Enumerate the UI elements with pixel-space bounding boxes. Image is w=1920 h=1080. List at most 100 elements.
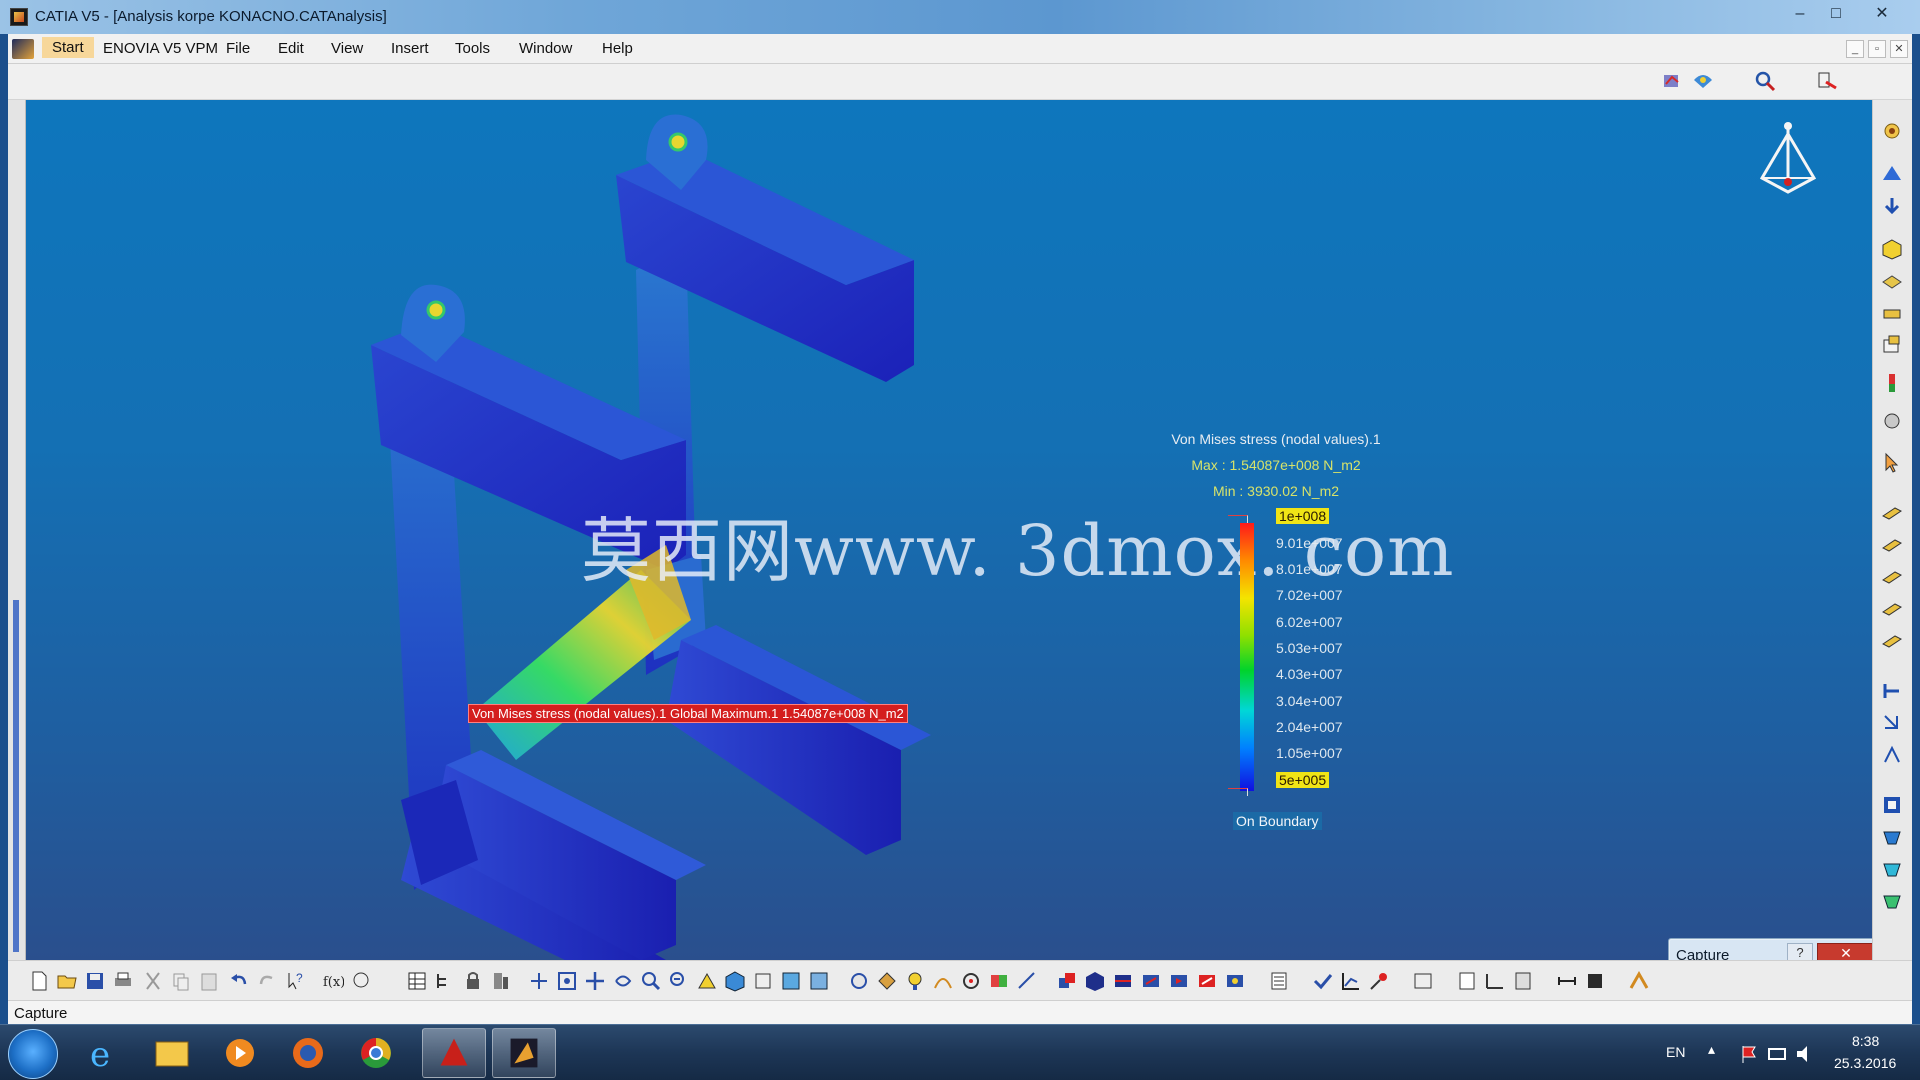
product-icon[interactable] [1056, 970, 1078, 992]
lock-icon[interactable] [462, 970, 484, 992]
language-indicator[interactable]: EN [1666, 1044, 1685, 1060]
simulation-icon[interactable] [1224, 970, 1246, 992]
iso-view-icon[interactable] [724, 970, 746, 992]
hide-show-icon[interactable] [752, 970, 774, 992]
capture-help-button[interactable]: ? [1787, 943, 1813, 960]
paste-icon[interactable] [198, 970, 220, 992]
network-icon[interactable] [1766, 1043, 1788, 1065]
internet-explorer-icon[interactable]: e [72, 1028, 136, 1078]
fly-mode-icon[interactable] [528, 970, 550, 992]
pan-icon[interactable] [584, 970, 606, 992]
action-center-flag-icon[interactable] [1738, 1043, 1760, 1065]
clock-date[interactable]: 25.3.2016 [1834, 1055, 1896, 1071]
menu-tools[interactable]: Tools [455, 40, 490, 57]
beam-property-icon[interactable] [1881, 502, 1903, 524]
rotate-icon[interactable] [612, 970, 634, 992]
formula-icon[interactable]: f(x) [322, 970, 344, 992]
knowledge-icon[interactable] [350, 970, 372, 992]
pointer-icon[interactable] [1881, 452, 1903, 474]
clock-time[interactable]: 8:38 [1852, 1033, 1879, 1049]
catia-app-icon[interactable] [10, 8, 28, 26]
tray-expand-icon[interactable]: ▴ [1708, 1041, 1715, 1058]
bulb-icon[interactable] [904, 970, 926, 992]
sketch-icon[interactable] [1016, 970, 1038, 992]
dimension-icon[interactable] [1556, 970, 1578, 992]
table-icon[interactable] [406, 970, 428, 992]
media-player-icon[interactable] [208, 1028, 272, 1078]
solid-property-icon[interactable] [1881, 566, 1903, 588]
sphere-icon[interactable] [1881, 410, 1903, 432]
connection-icon[interactable] [1881, 630, 1903, 652]
deformation-icon[interactable] [1881, 826, 1903, 848]
displacement-icon[interactable] [1881, 890, 1903, 912]
scale-icon[interactable] [1456, 970, 1478, 992]
sensor-icon[interactable] [1881, 372, 1903, 394]
catia-logo-icon[interactable] [1628, 970, 1650, 992]
swap-visible-icon[interactable] [780, 970, 802, 992]
menu-help[interactable]: Help [602, 40, 633, 57]
menu-window[interactable]: Window [519, 40, 572, 57]
force-icon[interactable] [1881, 744, 1903, 766]
clamp-icon[interactable] [1881, 680, 1903, 702]
save-icon[interactable] [84, 970, 106, 992]
graph-icon[interactable] [1340, 970, 1362, 992]
menu-view[interactable]: View [331, 40, 363, 57]
layer-icon[interactable] [1881, 302, 1903, 324]
new-file-icon[interactable] [28, 970, 50, 992]
menu-insert[interactable]: Insert [391, 40, 429, 57]
history-icon[interactable] [1512, 970, 1534, 992]
curve-icon[interactable] [932, 970, 954, 992]
sheet-icon[interactable] [1268, 970, 1290, 992]
open-folder-icon[interactable] [56, 970, 78, 992]
images-icon[interactable] [1412, 970, 1434, 992]
restraint-icon[interactable] [1881, 164, 1903, 186]
zoom-in-icon[interactable] [640, 970, 662, 992]
catalog-icon[interactable] [490, 970, 512, 992]
render-style-icon[interactable] [808, 970, 830, 992]
whats-this-icon[interactable]: ? [284, 970, 306, 992]
check-icon[interactable] [1312, 970, 1334, 992]
menu-edit[interactable]: Edit [278, 40, 304, 57]
cut-plane-icon[interactable] [1816, 70, 1838, 92]
fit-all-icon[interactable] [556, 970, 578, 992]
sensor-list-icon[interactable] [1484, 970, 1506, 992]
von-mises-icon[interactable] [1881, 858, 1903, 880]
load-icon[interactable] [1881, 196, 1903, 218]
surface-icon[interactable] [1881, 270, 1903, 292]
catia-menu-logo-icon[interactable] [12, 39, 34, 59]
mesh-visualization-icon[interactable] [1692, 70, 1714, 92]
animate-icon[interactable] [1168, 970, 1190, 992]
analysis-results-icon[interactable] [1662, 70, 1684, 92]
zoom-out-icon[interactable] [668, 970, 690, 992]
chrome-icon[interactable] [344, 1028, 408, 1078]
stress-legend[interactable]: Von Mises stress (nodal values).1 Max : … [1136, 428, 1416, 830]
material-icon[interactable] [1881, 598, 1903, 620]
doc-close-button[interactable]: ✕ [1890, 40, 1908, 58]
section-icon[interactable] [1112, 970, 1134, 992]
maximize-button[interactable]: □ [1818, 2, 1854, 26]
doc-minimize-button[interactable]: _ [1846, 40, 1864, 58]
capture-panel[interactable]: Capture ? ✕ [1668, 938, 1872, 960]
part-design-icon[interactable] [1584, 970, 1606, 992]
virtual-part-icon[interactable] [1881, 334, 1903, 356]
settings-gear-icon[interactable] [1881, 120, 1903, 142]
left-scroll-thumb[interactable] [13, 600, 19, 952]
color-swatch-icon[interactable] [988, 970, 1010, 992]
zoom-analysis-icon[interactable] [1754, 70, 1776, 92]
cube-icon[interactable] [1084, 970, 1106, 992]
undo-icon[interactable] [228, 970, 250, 992]
node-icon[interactable] [848, 970, 870, 992]
tree-icon[interactable] [434, 970, 456, 992]
cut-icon[interactable] [142, 970, 164, 992]
firefox-icon[interactable] [276, 1028, 340, 1078]
measure-icon[interactable] [1140, 970, 1162, 992]
doc-restore-button[interactable]: ▫ [1868, 40, 1886, 58]
volume-icon[interactable] [1794, 1043, 1816, 1065]
minimize-button[interactable]: – [1782, 2, 1818, 26]
menu-enovia[interactable]: ENOVIA V5 VPM [103, 40, 218, 57]
probe-icon[interactable] [1368, 970, 1390, 992]
pressure-icon[interactable] [1881, 712, 1903, 734]
mesh-part-icon[interactable] [876, 970, 898, 992]
left-scroll-strip[interactable] [8, 100, 26, 960]
redo-icon[interactable] [256, 970, 278, 992]
